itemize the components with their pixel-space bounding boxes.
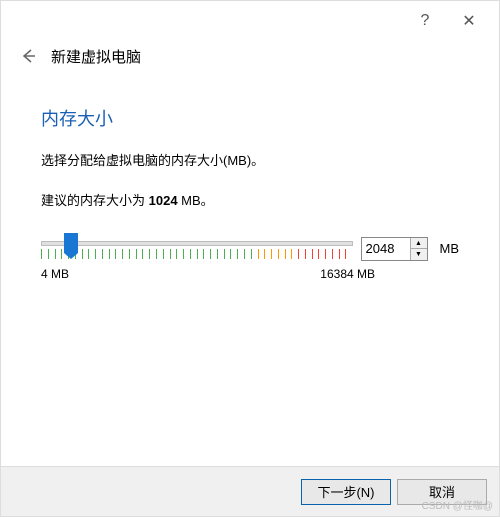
min-label: 4 MB xyxy=(41,267,69,281)
help-icon[interactable]: ? xyxy=(403,6,447,36)
spin-down-icon[interactable]: ▼ xyxy=(411,249,427,260)
section-title: 内存大小 xyxy=(41,105,459,131)
content: 内存大小 选择分配给虚拟电脑的内存大小(MB)。 建议的内存大小为 1024 M… xyxy=(1,77,499,281)
max-label: 16384 MB xyxy=(320,267,375,281)
spin-up-icon[interactable]: ▲ xyxy=(411,238,427,250)
next-button[interactable]: 下一步(N) xyxy=(301,479,391,505)
rec-prefix: 建议的内存大小为 xyxy=(41,193,149,208)
page-title: 新建虚拟电脑 xyxy=(51,46,141,67)
range-labels: 4 MB 16384 MB xyxy=(41,267,375,281)
memory-spinbox[interactable]: ▲ ▼ xyxy=(361,237,428,261)
unit-label: MB xyxy=(436,241,460,256)
back-arrow-icon[interactable] xyxy=(17,45,39,67)
memory-slider[interactable] xyxy=(41,233,353,265)
memory-input[interactable] xyxy=(362,238,410,260)
rec-suffix: MB。 xyxy=(178,193,214,208)
slider-thumb[interactable] xyxy=(64,233,78,253)
header: 新建虚拟电脑 xyxy=(1,41,499,77)
rec-value: 1024 xyxy=(149,193,178,208)
watermark: CSDN @怪咖@ xyxy=(422,497,493,512)
recommendation: 建议的内存大小为 1024 MB。 xyxy=(41,190,459,209)
description: 选择分配给虚拟电脑的内存大小(MB)。 xyxy=(41,151,459,172)
slider-track xyxy=(41,241,353,246)
close-icon[interactable]: ✕ xyxy=(447,6,491,36)
memory-slider-row: ▲ ▼ MB xyxy=(41,233,459,265)
titlebar: ? ✕ xyxy=(1,1,499,41)
slider-ticks xyxy=(41,249,353,261)
